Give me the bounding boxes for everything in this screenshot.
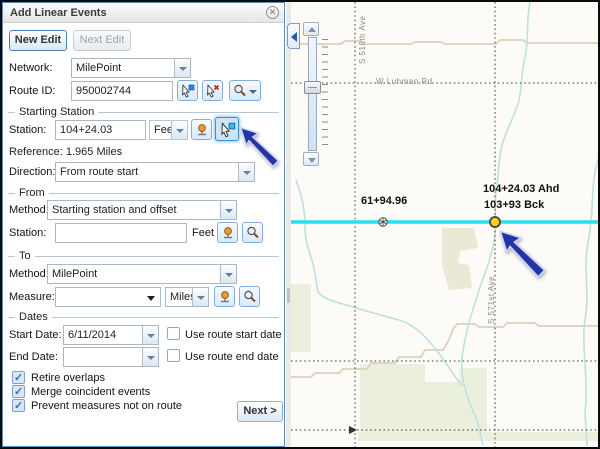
local-roads xyxy=(291,40,598,377)
chevron-down-icon[interactable] xyxy=(220,265,236,283)
zoom-out-button[interactable] xyxy=(303,152,319,166)
map-canvas[interactable]: 61+94.96 104+24.03 Ahd 103+93 Bck W Luhm… xyxy=(291,2,598,447)
streams xyxy=(296,2,598,446)
from-legend: From xyxy=(8,187,279,199)
merge-coincident-label: Merge coincident events xyxy=(31,386,150,398)
from-station-label: Station: xyxy=(9,227,46,239)
start-date-label: Start Date: xyxy=(9,329,62,341)
station-tool-icon xyxy=(220,225,236,241)
route-search-menu-button[interactable] xyxy=(229,80,261,101)
reference-readout: Reference: 1.965 Miles xyxy=(9,146,122,158)
from-units-label: Feet xyxy=(192,227,214,239)
prevent-measures-label: Prevent measures not on route xyxy=(31,400,182,412)
chevron-down-icon[interactable] xyxy=(171,121,187,139)
measure-units-select[interactable]: Miles xyxy=(165,287,209,307)
station-tool-icon xyxy=(194,122,210,138)
splitter-handle[interactable] xyxy=(287,288,290,303)
to-search-button[interactable] xyxy=(239,286,260,307)
prevent-measures-checkbox[interactable] xyxy=(12,399,25,412)
search-icon xyxy=(232,83,248,99)
to-method-label: Method: xyxy=(9,268,49,280)
end-date-input[interactable] xyxy=(63,347,159,367)
cursor-clear-icon xyxy=(205,83,221,99)
dates-legend: Dates xyxy=(8,311,279,323)
add-linear-events-panel: Add Linear Events ✕ New Edit Next Edit N… xyxy=(2,2,285,447)
retire-overlaps-label: Retire overlaps xyxy=(31,372,105,384)
road-label-east-avenue: S 571st Ave xyxy=(487,276,496,324)
select-station-on-map-button[interactable] xyxy=(215,117,239,141)
to-legend: To xyxy=(8,250,279,262)
zoom-in-button[interactable] xyxy=(303,22,319,36)
from-method-label: Method: xyxy=(9,204,49,216)
zoom-slider-thumb[interactable] xyxy=(304,81,321,94)
from-search-button[interactable] xyxy=(242,222,263,243)
chevron-down-icon[interactable] xyxy=(174,59,190,77)
section-line-roads xyxy=(291,2,598,447)
direction-label: Direction: xyxy=(9,166,55,178)
to-measure-button[interactable] xyxy=(214,286,235,307)
road-label-north-avenue: S 518th Ave xyxy=(358,16,367,65)
station-reference-marker xyxy=(379,218,387,226)
station-measure-label-ahead: 104+24.03 Ahd xyxy=(483,183,559,195)
use-route-start-date-checkbox[interactable] xyxy=(167,327,180,340)
road-label-crossroad: W Luhman Rd xyxy=(376,77,433,86)
station-label: Station: xyxy=(9,124,46,136)
next-edit-button[interactable]: Next Edit xyxy=(73,30,131,51)
close-icon[interactable]: ✕ xyxy=(266,6,279,19)
merge-coincident-checkbox[interactable] xyxy=(12,385,25,398)
station-measure-label-left: 61+94.96 xyxy=(361,195,407,207)
cursor-select-icon xyxy=(219,121,237,139)
measure-label: Measure: xyxy=(9,291,55,303)
use-route-end-date-label: Use route end date xyxy=(185,351,279,363)
use-route-end-date-checkbox[interactable] xyxy=(167,349,180,362)
selected-station-marker xyxy=(490,217,500,227)
station-units-select[interactable]: Feet xyxy=(149,120,188,140)
direction-select[interactable]: From route start xyxy=(55,162,255,182)
route-id-label: Route ID: xyxy=(9,85,55,97)
starting-station-legend: Starting Station xyxy=(8,106,279,118)
station-input[interactable] xyxy=(55,120,146,140)
collapse-panel-button[interactable] xyxy=(287,23,300,49)
station-measure-button[interactable] xyxy=(191,119,212,140)
route-id-input[interactable] xyxy=(71,81,173,101)
calendar-dropdown-icon[interactable] xyxy=(142,326,158,344)
use-route-start-date-label: Use route start date xyxy=(185,329,282,341)
from-station-input[interactable] xyxy=(55,223,187,243)
chevron-down-icon[interactable] xyxy=(192,288,208,306)
start-date-input[interactable]: 6/11/2014 xyxy=(63,325,159,345)
network-select[interactable]: MilePoint xyxy=(71,58,191,78)
measure-combo-input[interactable] xyxy=(55,287,161,307)
panel-title: Add Linear Events xyxy=(10,7,107,19)
station-tool-icon xyxy=(217,289,233,305)
network-label: Network: xyxy=(9,62,52,74)
chevron-down-icon[interactable] xyxy=(220,201,236,219)
chevron-down-icon[interactable] xyxy=(238,163,254,181)
next-button[interactable]: Next > xyxy=(237,401,283,422)
from-measure-button[interactable] xyxy=(217,222,238,243)
road-direction-arrow xyxy=(349,426,357,434)
search-icon xyxy=(245,225,261,241)
to-method-select[interactable]: MilePoint xyxy=(47,264,237,284)
zoom-slider-track[interactable] xyxy=(308,37,317,151)
select-route-on-map-button[interactable] xyxy=(177,80,198,101)
search-icon xyxy=(242,289,258,305)
land-parcels xyxy=(291,228,598,441)
end-date-label: End Date: xyxy=(9,351,58,363)
calendar-dropdown-icon[interactable] xyxy=(142,348,158,366)
new-edit-button[interactable]: New Edit xyxy=(9,30,67,51)
cursor-select-icon xyxy=(180,83,196,99)
zoom-slider-ticks xyxy=(322,39,328,151)
retire-overlaps-checkbox[interactable] xyxy=(12,371,25,384)
from-method-select[interactable]: Starting station and offset xyxy=(47,200,237,220)
clear-route-selection-button[interactable] xyxy=(202,80,223,101)
station-measure-label-back: 103+93 Bck xyxy=(484,199,544,211)
panel-titlebar: Add Linear Events ✕ xyxy=(3,3,284,23)
screenshot-root: Add Linear Events ✕ New Edit Next Edit N… xyxy=(0,0,600,449)
